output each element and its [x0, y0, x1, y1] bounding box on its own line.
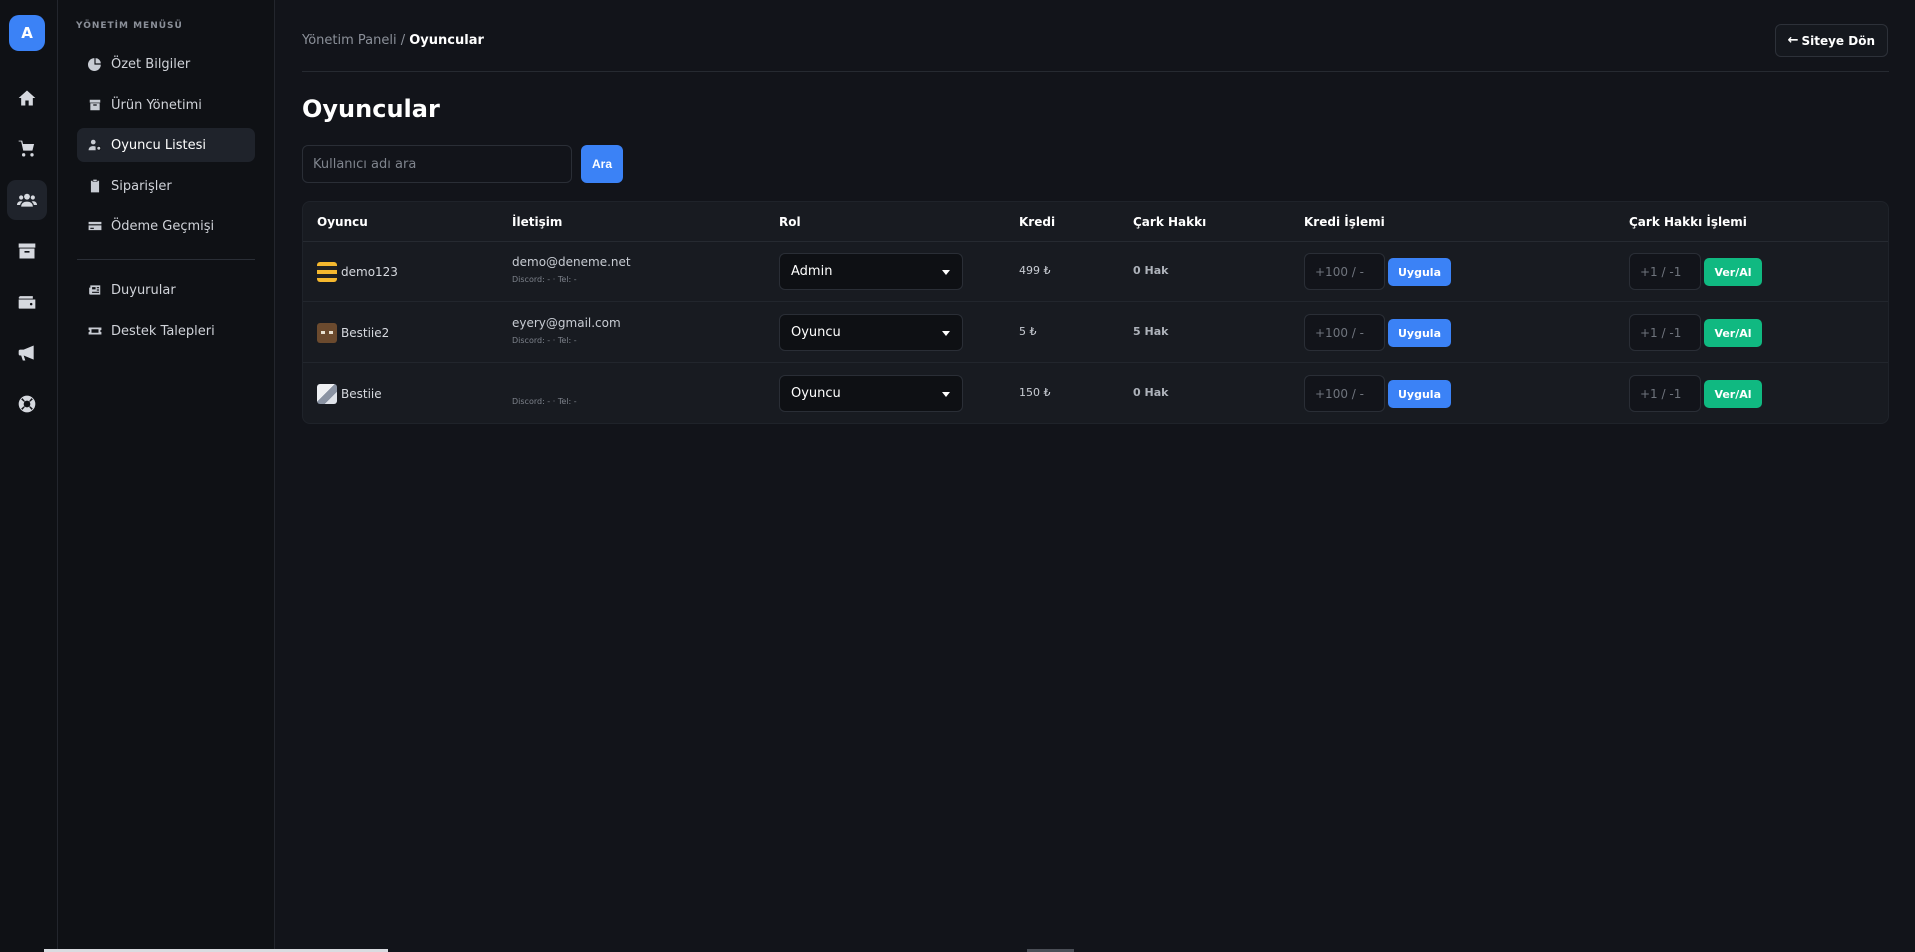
- wallet-icon[interactable]: [7, 282, 47, 322]
- spins-value: 0 Hak: [1133, 264, 1169, 277]
- sidebar-item-odeme-gecmisi[interactable]: Ödeme Geçmişi: [77, 209, 255, 243]
- sidebar-item-label: Duyurular: [111, 282, 176, 298]
- player-email: eyery@gmail.com: [512, 316, 621, 330]
- header-divider: [302, 71, 1889, 72]
- arrow-left-icon: ←: [1787, 33, 1799, 48]
- role-select-value: Oyuncu: [791, 325, 841, 340]
- column-header-role: Rol: [779, 215, 801, 229]
- player-discord-tel: Discord: - · Tel: -: [512, 275, 577, 284]
- give-take-spin-button[interactable]: Ver/Al: [1704, 258, 1762, 286]
- cart-icon[interactable]: [7, 129, 47, 169]
- player-discord-tel: Discord: - · Tel: -: [512, 397, 577, 406]
- table-header: Oyuncu İletişim Rol Kredi Çark Hakkı Kre…: [303, 202, 1888, 242]
- column-header-contact: İletişim: [512, 215, 563, 229]
- table-row: Bestiie Discord: - · Tel: - Oyuncu 150 ₺…: [303, 364, 1888, 423]
- newspaper-icon: [89, 285, 101, 295]
- credit-amount-input[interactable]: +100 / -: [1304, 375, 1385, 412]
- column-header-credit: Kredi: [1019, 215, 1056, 229]
- page-title: Oyuncular: [302, 95, 440, 123]
- credit-amount-input[interactable]: +100 / -: [1304, 314, 1385, 351]
- apply-credit-button[interactable]: Uygula: [1388, 258, 1451, 286]
- spin-amount-input[interactable]: +1 / -1: [1629, 253, 1701, 290]
- sidebar-item-destek-talepleri[interactable]: Destek Talepleri: [77, 314, 255, 348]
- archive-icon[interactable]: [7, 231, 47, 271]
- column-header-spins: Çark Hakkı: [1133, 215, 1207, 229]
- credit-card-icon: [88, 221, 102, 231]
- home-icon[interactable]: [7, 78, 47, 118]
- apply-credit-button[interactable]: Uygula: [1388, 380, 1451, 408]
- player-cell: Bestiie2: [317, 323, 389, 343]
- table-row: Bestiie2 eyery@gmail.com Discord: - · Te…: [303, 303, 1888, 363]
- spins-value: 5 Hak: [1133, 325, 1169, 338]
- sidebar-divider: [77, 259, 255, 260]
- role-select[interactable]: Oyuncu: [779, 375, 963, 412]
- breadcrumb-parent[interactable]: Yönetim Paneli: [302, 33, 397, 48]
- sidebar: YÖNETİM MENÜSÜ Özet Bilgiler Ürün Yöneti…: [58, 0, 275, 952]
- sidebar-item-ozet-bilgiler[interactable]: Özet Bilgiler: [77, 47, 255, 81]
- sidebar-item-label: Siparişler: [111, 178, 172, 194]
- role-select[interactable]: Oyuncu: [779, 314, 963, 351]
- app-logo[interactable]: A: [9, 15, 45, 51]
- main-content: Yönetim Paneli / Oyuncular ← Siteye Dön …: [276, 0, 1915, 952]
- role-select[interactable]: Admin: [779, 253, 963, 290]
- icon-rail: A: [0, 0, 58, 952]
- player-name: Bestiie: [341, 387, 382, 401]
- clipboard-icon: [90, 179, 100, 193]
- search-input[interactable]: [302, 145, 572, 183]
- ticket-icon: [88, 327, 102, 335]
- user-cog-icon: [88, 139, 102, 151]
- player-email: demo@deneme.net: [512, 255, 631, 269]
- chevron-down-icon: [942, 391, 950, 397]
- sidebar-item-siparisler[interactable]: Siparişler: [77, 169, 255, 203]
- users-icon[interactable]: [7, 180, 47, 220]
- apply-credit-button[interactable]: Uygula: [1388, 319, 1451, 347]
- chevron-down-icon: [942, 269, 950, 275]
- sidebar-item-oyuncu-listesi[interactable]: Oyuncu Listesi: [77, 128, 255, 162]
- breadcrumb-separator: /: [396, 33, 410, 48]
- box-icon: [89, 99, 101, 111]
- column-header-spin-action: Çark Hakkı İşlemi: [1629, 215, 1747, 229]
- back-to-site-label: Siteye Dön: [1801, 33, 1875, 48]
- sidebar-item-label: Oyuncu Listesi: [111, 137, 207, 153]
- column-header-credit-action: Kredi İşlemi: [1304, 215, 1385, 229]
- role-select-value: Admin: [791, 264, 833, 279]
- back-to-site-button[interactable]: ← Siteye Dön: [1774, 24, 1888, 57]
- sidebar-item-duyurular[interactable]: Duyurular: [77, 273, 255, 307]
- player-cell: demo123: [317, 262, 398, 282]
- spin-amount-input[interactable]: +1 / -1: [1629, 314, 1701, 351]
- spin-amount-input[interactable]: +1 / -1: [1629, 375, 1701, 412]
- pie-chart-icon: [88, 58, 101, 71]
- player-name: demo123: [341, 265, 398, 279]
- chevron-down-icon: [942, 330, 950, 336]
- sidebar-item-label: Destek Talepleri: [111, 323, 215, 339]
- role-select-value: Oyuncu: [791, 386, 841, 401]
- sidebar-item-label: Ürün Yönetimi: [111, 97, 202, 113]
- megaphone-icon[interactable]: [7, 333, 47, 373]
- credit-value: 499 ₺: [1019, 264, 1051, 277]
- credit-amount-input[interactable]: +100 / -: [1304, 253, 1385, 290]
- sidebar-heading: YÖNETİM MENÜSÜ: [76, 21, 183, 31]
- breadcrumb: Yönetim Paneli / Oyuncular: [302, 33, 484, 48]
- avatar: [317, 262, 337, 282]
- breadcrumb-current: Oyuncular: [409, 33, 484, 48]
- table-row: demo123 demo@deneme.net Discord: - · Tel…: [303, 242, 1888, 302]
- sidebar-item-label: Ödeme Geçmişi: [111, 218, 215, 234]
- give-take-spin-button[interactable]: Ver/Al: [1704, 319, 1762, 347]
- player-cell: Bestiie: [317, 384, 382, 404]
- avatar: [317, 323, 337, 343]
- credit-value: 5 ₺: [1019, 325, 1037, 338]
- support-icon[interactable]: [7, 384, 47, 424]
- credit-value: 150 ₺: [1019, 386, 1051, 399]
- player-name: Bestiie2: [341, 326, 390, 340]
- spins-value: 0 Hak: [1133, 386, 1169, 399]
- player-discord-tel: Discord: - · Tel: -: [512, 336, 577, 345]
- sidebar-item-label: Özet Bilgiler: [111, 56, 191, 72]
- give-take-spin-button[interactable]: Ver/Al: [1704, 380, 1762, 408]
- search-button[interactable]: Ara: [581, 145, 623, 183]
- avatar: [317, 384, 337, 404]
- column-header-player: Oyuncu: [317, 215, 368, 229]
- sidebar-item-urun-yonetimi[interactable]: Ürün Yönetimi: [77, 88, 255, 122]
- players-table: Oyuncu İletişim Rol Kredi Çark Hakkı Kre…: [302, 201, 1889, 424]
